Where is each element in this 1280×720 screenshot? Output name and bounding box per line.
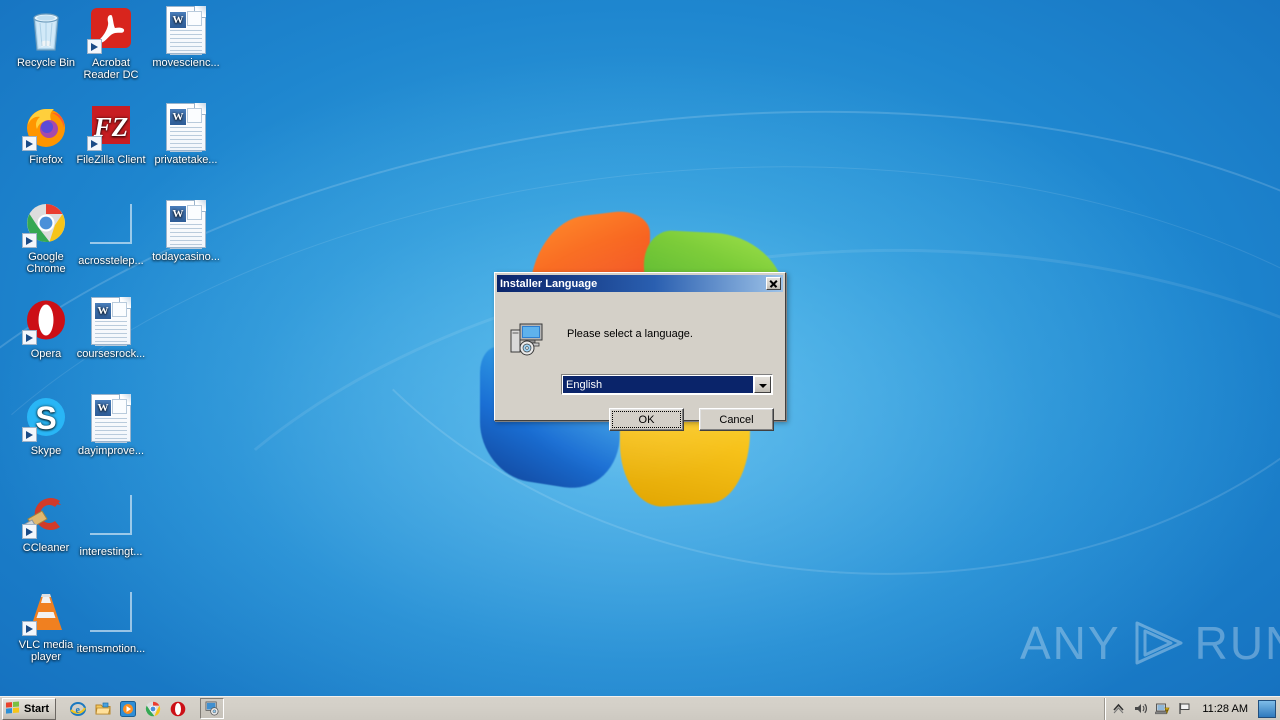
ccleaner-icon — [22, 491, 70, 539]
dialog-body: Please select a language. English OK Can… — [495, 292, 785, 431]
desktop-icon[interactable]: interestingt... — [73, 491, 149, 558]
start-button-label: Start — [24, 702, 50, 715]
quick-launch-bar: e — [70, 700, 186, 717]
word-document-icon: W — [162, 200, 210, 249]
shortcut-arrow-icon — [22, 427, 37, 442]
shortcut-arrow-icon — [22, 233, 37, 248]
desktop-icon[interactable]: acrosstelep... — [73, 200, 149, 267]
anyrun-watermark: ANY RUN — [1020, 612, 1280, 674]
firefox-icon — [22, 103, 70, 151]
acrobat-reader-dc-icon — [87, 6, 135, 54]
watermark-any-text: ANY — [1020, 617, 1121, 669]
shortcut-arrow-icon — [22, 136, 37, 151]
network-warning-icon[interactable] — [1155, 701, 1170, 716]
watermark-run-text: RUN — [1194, 617, 1280, 669]
taskbar: Start e 11:28 AM — [0, 696, 1280, 720]
google-chrome-icon[interactable] — [145, 701, 161, 717]
desktop-icon-label: movescienc... — [152, 57, 220, 69]
desktop-icon-label: dayimprove... — [77, 445, 145, 457]
skype-icon: S — [22, 394, 70, 442]
blank-file-icon — [87, 495, 135, 543]
windows-explorer-icon[interactable] — [95, 701, 111, 717]
taskbar-clock[interactable]: 11:28 AM — [1199, 703, 1251, 715]
opera-icon — [22, 297, 70, 345]
desktop-icon[interactable]: Wtodaycasino... — [148, 200, 224, 263]
play-triangle-icon — [1131, 619, 1185, 667]
filezilla-icon: FZ — [87, 103, 135, 151]
language-select[interactable]: English — [561, 374, 773, 395]
word-document-icon: W — [162, 6, 210, 55]
google-chrome-icon — [22, 200, 70, 248]
installer-language-dialog[interactable]: Installer Language Please select a langu… — [494, 272, 786, 431]
show-hidden-icons-icon[interactable] — [1111, 701, 1126, 716]
desktop-icon-label: privatetake... — [154, 154, 218, 166]
desktop-icon-label: itemsmotion... — [76, 643, 146, 655]
installer-window-task[interactable] — [200, 698, 225, 719]
shortcut-arrow-icon — [87, 39, 102, 54]
internet-explorer-icon[interactable]: e — [70, 701, 87, 717]
recycle-bin-icon — [22, 6, 70, 54]
blank-file-icon — [87, 204, 135, 252]
language-select-value: English — [563, 376, 753, 393]
desktop-icon[interactable]: Acrobat Reader DC — [73, 6, 149, 81]
word-document-icon: W — [87, 394, 135, 443]
blank-file-icon — [87, 592, 135, 640]
shortcut-arrow-icon — [22, 621, 37, 636]
desktop-icon[interactable]: Wdayimprove... — [73, 394, 149, 457]
desktop-icon[interactable]: Wprivatetake... — [148, 103, 224, 166]
word-document-icon: W — [162, 103, 210, 152]
system-tray: 11:28 AM — [1104, 697, 1280, 720]
desktop-icon-label: coursesrock... — [76, 348, 146, 360]
shortcut-arrow-icon — [22, 330, 37, 345]
installer-computer-cd-icon — [509, 322, 545, 356]
dialog-prompt-text: Please select a language. — [567, 328, 693, 340]
desktop-icon-label: acrosstelep... — [78, 255, 144, 267]
task-list — [200, 698, 225, 719]
action-center-flag-icon[interactable] — [1177, 701, 1192, 716]
desktop-icon-label: FileZilla Client — [76, 154, 146, 166]
dialog-titlebar[interactable]: Installer Language — [497, 275, 783, 292]
desktop-icon[interactable]: FZ FileZilla Client — [73, 103, 149, 166]
dialog-title: Installer Language — [500, 277, 598, 290]
word-document-icon: W — [87, 297, 135, 346]
chevron-down-icon[interactable] — [754, 376, 771, 393]
desktop-icon-label: todaycasino... — [152, 251, 220, 263]
close-icon[interactable] — [766, 277, 781, 290]
desktop-icon[interactable]: itemsmotion... — [73, 588, 149, 655]
desktop-icon[interactable]: Wcoursesrock... — [73, 297, 149, 360]
start-button[interactable]: Start — [2, 697, 57, 720]
media-player-icon[interactable] — [120, 700, 137, 717]
cancel-button[interactable]: Cancel — [699, 408, 774, 431]
windows-flag-icon — [6, 701, 20, 715]
desktop-icon-label: Acrobat Reader DC — [83, 57, 139, 81]
ok-button[interactable]: OK — [609, 408, 684, 431]
desktop-screen: ANY RUN Recycle BinAcrobatReader DCWmove… — [0, 0, 1280, 720]
desktop-icon[interactable]: Wmovescienc... — [148, 6, 224, 69]
volume-speaker-icon[interactable] — [1133, 701, 1148, 716]
shortcut-arrow-icon — [87, 136, 102, 151]
desktop-icon-label: interestingt... — [79, 546, 143, 558]
opera-icon[interactable] — [170, 701, 186, 717]
shortcut-arrow-icon — [22, 524, 37, 539]
show-desktop-button[interactable] — [1258, 699, 1276, 718]
vlc-media-player-icon — [22, 588, 70, 636]
svg-text:e: e — [76, 705, 81, 716]
svg-text:S: S — [35, 400, 56, 436]
